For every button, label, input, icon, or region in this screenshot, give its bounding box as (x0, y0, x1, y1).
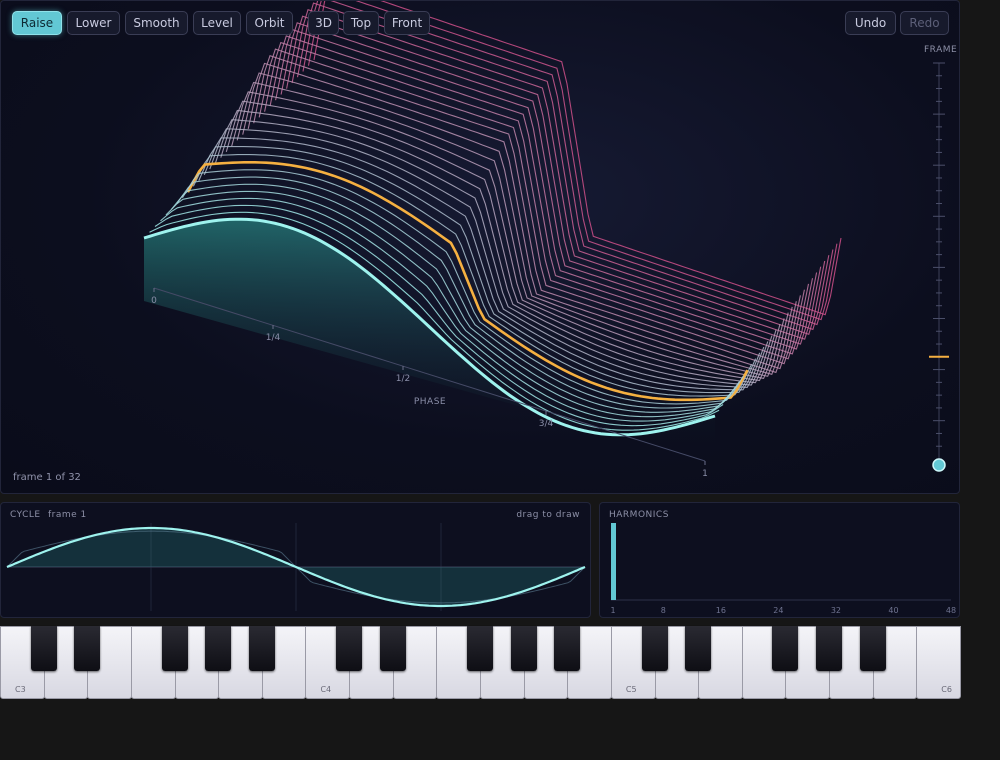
piano-keyboard[interactable]: C3 C4 C5 C6 (0, 626, 961, 700)
phase-axis-label: PHASE (414, 397, 446, 407)
black-key[interactable] (74, 626, 101, 671)
black-key[interactable] (685, 626, 712, 671)
black-key[interactable] (554, 626, 581, 671)
tool-orbit-button[interactable]: Orbit (246, 11, 293, 35)
redo-button: Redo (900, 11, 949, 35)
view-top-button[interactable]: Top (343, 11, 379, 35)
octave-label: C3 (15, 685, 26, 694)
wavetable-viewer[interactable]: 0 1/4 1/2 3/4 1 PHASE Raise Lower Smooth Level Or… (0, 0, 960, 494)
frame-slider-label: FRAME (924, 45, 958, 55)
phase-tick-label: 1/2 (396, 374, 410, 384)
black-key[interactable] (336, 626, 363, 671)
tool-lower-button[interactable]: Lower (67, 11, 120, 35)
wave-frame-line (307, 1, 838, 321)
octave-label: C5 (625, 685, 637, 694)
frame-slider[interactable] (924, 57, 954, 477)
harmonics-panel: HARMONICS 1 8 16 24 32 40 48 (599, 502, 960, 618)
harmonics-axis-label: 8 (661, 606, 666, 615)
black-key[interactable] (816, 626, 843, 671)
tool-level-button[interactable]: Level (193, 11, 241, 35)
view-front-button[interactable]: Front (384, 11, 430, 35)
harmonics-axis-label: 1 (610, 606, 615, 615)
black-key[interactable] (772, 626, 799, 671)
harmonics-axis-label: 48 (946, 606, 956, 615)
frame-status: frame 1 of 32 (13, 472, 81, 483)
harmonics-axis-label: 16 (716, 606, 726, 615)
octave-label: C6 (941, 685, 952, 694)
phase-tick-label: 0 (151, 296, 157, 306)
wave-frame-line (302, 1, 834, 326)
harmonics-axis-label: 24 (773, 606, 783, 615)
white-key[interactable]: C6 (916, 626, 961, 699)
view-3d-button[interactable]: 3D (308, 11, 339, 35)
harmonics-axis-label: 40 (888, 606, 898, 615)
phase-tick-label: 3/4 (539, 419, 554, 429)
cycle-waveform-canvas[interactable] (1, 503, 590, 617)
phase-tick-label: 1/4 (266, 333, 281, 343)
harmonics-axis-label: 32 (831, 606, 841, 615)
black-key[interactable] (248, 626, 275, 671)
wavetable-3d-view[interactable]: 0 1/4 1/2 3/4 1 PHASE (1, 1, 960, 494)
black-key[interactable] (379, 626, 406, 671)
black-key[interactable] (30, 626, 57, 671)
harmonics-chart[interactable]: 1 8 16 24 32 40 48 (600, 503, 959, 617)
undo-button[interactable]: Undo (845, 11, 896, 35)
phase-tick-label: 1 (702, 469, 708, 479)
black-key[interactable] (467, 626, 493, 671)
black-key[interactable] (161, 626, 188, 671)
harmonic-bar[interactable] (611, 523, 616, 600)
tool-smooth-button[interactable]: Smooth (125, 11, 188, 35)
black-key[interactable] (205, 626, 232, 671)
cycle-panel: CYCLE frame 1 drag to draw (0, 502, 591, 618)
black-key[interactable] (641, 626, 668, 671)
octave-label: C4 (320, 685, 332, 694)
frame-slider-handle[interactable] (932, 458, 946, 472)
black-key[interactable] (510, 626, 537, 671)
black-key[interactable] (859, 626, 886, 671)
tool-raise-button[interactable]: Raise (12, 11, 62, 35)
wave-frame-line (313, 1, 842, 316)
